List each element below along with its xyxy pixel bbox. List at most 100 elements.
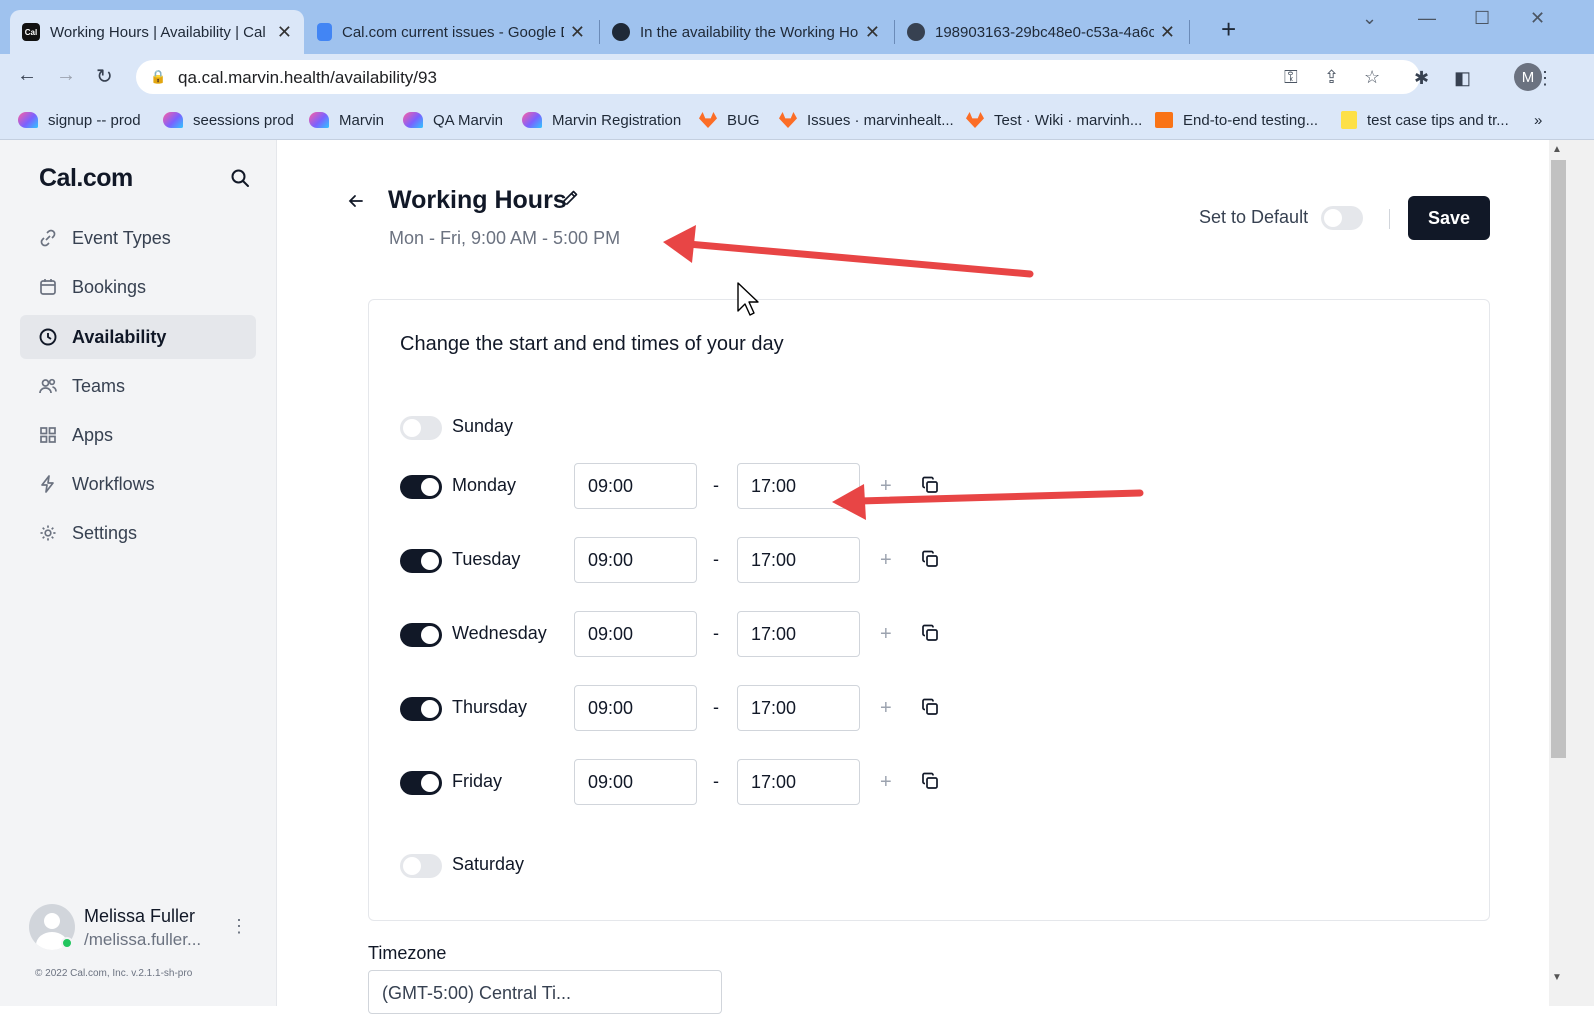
tab-title: Working Hours | Availability | Cal	[50, 23, 266, 41]
day-toggle[interactable]	[400, 771, 442, 795]
address-bar[interactable]: 🔒 qa.cal.marvin.health/availability/93 ⚿…	[136, 60, 1420, 94]
sidebar-item-settings[interactable]: Settings	[20, 511, 256, 555]
close-tab-icon[interactable]: ✕	[865, 22, 880, 43]
close-tab-icon[interactable]: ✕	[277, 22, 292, 43]
day-toggle[interactable]	[400, 475, 442, 499]
bookmark-item[interactable]: Marvin	[309, 107, 384, 133]
start-time-input[interactable]	[574, 611, 697, 657]
add-time-slot-icon[interactable]: +	[880, 697, 892, 720]
sidebar-item-apps[interactable]: Apps	[20, 413, 256, 457]
online-status-dot	[61, 937, 73, 949]
save-button[interactable]: Save	[1408, 196, 1490, 240]
end-time-input[interactable]	[737, 537, 860, 583]
tab-google-doc[interactable]: Cal.com current issues - Google D ✕	[305, 10, 597, 54]
add-time-slot-icon[interactable]: +	[880, 549, 892, 572]
search-icon[interactable]	[230, 168, 250, 193]
key-icon[interactable]: ⚿	[1284, 67, 1298, 88]
page-scrollbar[interactable]: ▲ ▼	[1549, 140, 1594, 1006]
day-label: Saturday	[452, 854, 525, 874]
zap-icon	[41, 475, 54, 493]
bookmark-item[interactable]: End-to-end testing...	[1155, 107, 1318, 133]
copy-icon[interactable]	[920, 623, 940, 648]
bookmark-item[interactable]: signup -- prod	[18, 107, 141, 133]
maximize-icon[interactable]: ☐	[1474, 8, 1490, 29]
start-time-input[interactable]	[574, 685, 697, 731]
close-window-icon[interactable]: ✕	[1530, 8, 1545, 29]
day-toggle[interactable]	[400, 549, 442, 573]
bookmark-item[interactable]: Issues · marvinhealt...	[779, 107, 954, 133]
add-time-slot-icon[interactable]: +	[880, 623, 892, 646]
tab-github[interactable]: In the availability the Working Ho ✕	[600, 10, 892, 54]
bookmark-item[interactable]: BUG	[699, 107, 760, 133]
menu-icon[interactable]: ⋮	[1536, 68, 1554, 89]
close-tab-icon[interactable]: ✕	[570, 22, 585, 43]
tab-image[interactable]: 198903163-29bc48e0-c53a-4a6c ✕	[895, 10, 1187, 54]
day-row-saturday: Saturday	[400, 842, 960, 890]
pencil-icon[interactable]	[560, 188, 580, 213]
start-time-input[interactable]	[574, 759, 697, 805]
day-toggle[interactable]	[400, 697, 442, 721]
start-time-input[interactable]	[574, 537, 697, 583]
day-toggle[interactable]	[400, 623, 442, 647]
sidebar-item-bookings[interactable]: Bookings	[20, 265, 256, 309]
day-row-sunday: Sunday	[400, 404, 960, 452]
tab-search-icon[interactable]: ⌄	[1362, 8, 1377, 29]
sidebar-item-availability[interactable]: Availability	[20, 315, 256, 359]
minimize-icon[interactable]: —	[1418, 8, 1436, 29]
profile-initial: M	[1521, 68, 1535, 86]
copy-icon[interactable]	[920, 771, 940, 796]
copy-icon[interactable]	[920, 475, 940, 500]
day-row-friday: Friday - +	[400, 759, 960, 807]
app-logo[interactable]: Cal.com	[39, 164, 133, 193]
back-arrow-icon[interactable]	[347, 192, 365, 215]
bookmark-item[interactable]: Marvin Registration	[522, 107, 681, 133]
add-time-slot-icon[interactable]: +	[880, 771, 892, 794]
day-toggle[interactable]	[400, 854, 442, 878]
tab-title: Cal.com current issues - Google D	[342, 23, 564, 41]
bookmark-item[interactable]: test case tips and tr...	[1341, 107, 1509, 133]
sidebar-item-workflows[interactable]: Workflows	[20, 462, 256, 506]
timezone-select[interactable]: (GMT-5:00) Central Ti...	[368, 970, 722, 1014]
end-time-input[interactable]	[737, 685, 860, 731]
bookmark-label: seessions prod	[193, 111, 294, 129]
day-toggle[interactable]	[400, 416, 442, 440]
side-panel-icon[interactable]: ◧	[1454, 68, 1471, 89]
copy-icon[interactable]	[920, 697, 940, 722]
scrollbar-thumb[interactable]	[1551, 160, 1566, 758]
scroll-down-icon[interactable]: ▼	[1552, 972, 1562, 983]
bookmark-item[interactable]: QA Marvin	[403, 107, 503, 133]
card-heading: Change the start and end times of your d…	[400, 333, 784, 355]
add-time-slot-icon[interactable]: +	[880, 475, 892, 498]
bookmark-label: BUG	[727, 111, 760, 129]
forward-icon[interactable]: →	[56, 64, 76, 87]
time-separator: -	[713, 549, 719, 569]
time-separator: -	[713, 475, 719, 495]
tab-working-hours[interactable]: Cal Working Hours | Availability | Cal ✕	[10, 10, 304, 54]
copy-icon[interactable]	[920, 549, 940, 574]
new-tab-icon[interactable]: +	[1221, 14, 1236, 45]
gitlab-icon	[699, 112, 717, 128]
back-icon[interactable]: ←	[17, 64, 37, 87]
day-row-tuesday: Tuesday - +	[400, 537, 960, 585]
scroll-up-icon[interactable]: ▲	[1552, 144, 1562, 155]
day-label: Tuesday	[452, 549, 521, 569]
end-time-input[interactable]	[737, 463, 860, 509]
end-time-input[interactable]	[737, 611, 860, 657]
start-time-input[interactable]	[574, 463, 697, 509]
star-icon[interactable]: ☆	[1364, 67, 1380, 88]
sidebar-item-event-types[interactable]: Event Types	[20, 216, 256, 260]
bookmark-item[interactable]: Test · Wiki · marvinh...	[966, 107, 1142, 133]
share-icon[interactable]: ⇪	[1324, 67, 1339, 88]
bookmark-item[interactable]: seessions prod	[163, 107, 294, 133]
bookmarks-overflow-icon[interactable]: »	[1534, 107, 1542, 133]
reload-icon[interactable]: ↻	[96, 64, 113, 89]
extensions-icon[interactable]: ✱	[1414, 68, 1429, 89]
marvin-wave-icon	[309, 112, 329, 128]
set-default-toggle[interactable]	[1321, 206, 1363, 230]
end-time-input[interactable]	[737, 759, 860, 805]
more-vertical-icon[interactable]: ⋮	[230, 916, 248, 937]
close-tab-icon[interactable]: ✕	[1160, 22, 1175, 43]
url-text[interactable]: qa.cal.marvin.health/availability/93	[178, 68, 437, 88]
bookmark-label: Issues · marvinhealt...	[807, 111, 954, 129]
sidebar-item-teams[interactable]: Teams	[20, 364, 256, 408]
